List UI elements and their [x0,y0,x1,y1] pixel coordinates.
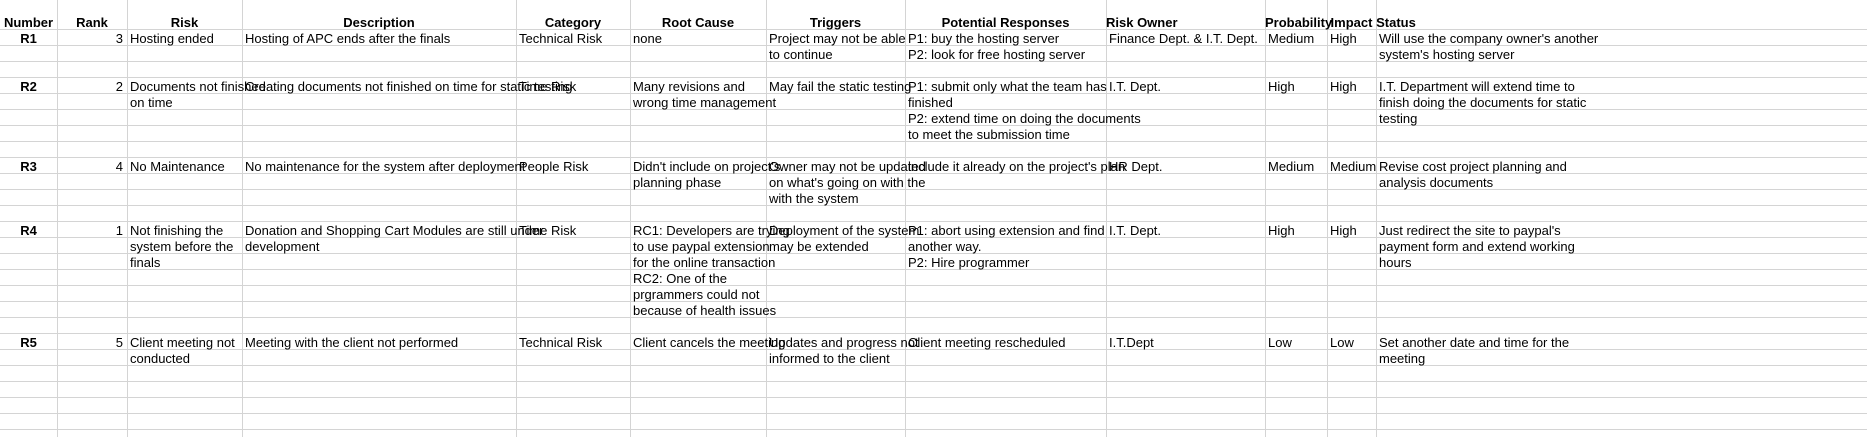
grid-column-line [1327,0,1328,437]
cell-triggers[interactable]: with the system [766,189,859,208]
grid-column-line [242,0,243,437]
grid-column-line [1106,0,1107,437]
cell-description[interactable]: Hosting of APC ends after the finals [242,29,450,48]
cell-risk-owner[interactable]: I.T.Dept [1106,333,1154,352]
cell-number[interactable]: R5 [0,333,57,352]
cell-probability[interactable]: High [1265,77,1295,96]
cell-risk-owner[interactable]: I.T. Dept. [1106,77,1161,96]
cell-category[interactable]: Technical Risk [516,29,602,48]
cell-root-cause[interactable]: planning phase [630,173,721,192]
cell-description[interactable]: No maintenance for the system after depl… [242,157,525,176]
cell-potential-responses[interactable]: P2: Hire programmer [905,253,1029,272]
cell-number[interactable]: R4 [0,221,57,240]
cell-rank[interactable]: 2 [57,77,127,96]
cell-root-cause[interactable]: because of health issues [630,301,776,320]
cell-rank[interactable]: 4 [57,157,127,176]
cell-status[interactable]: analysis documents [1376,173,1493,192]
cell-triggers[interactable]: to continue [766,45,833,64]
cell-probability[interactable]: Medium [1265,29,1314,48]
cell-rank[interactable]: 3 [57,29,127,48]
cell-impact[interactable]: Low [1327,333,1354,352]
grid-row-line [0,429,1867,430]
grid-row-line [0,413,1867,414]
cell-risk[interactable]: No Maintenance [127,157,225,176]
cell-probability[interactable]: Low [1265,333,1292,352]
cell-risk-owner[interactable]: HR Dept. [1106,157,1162,176]
grid-row-line [0,365,1867,366]
cell-potential-responses[interactable]: P2: look for free hosting server [905,45,1085,64]
cell-probability[interactable]: Medium [1265,157,1314,176]
cell-triggers[interactable]: may be extended [766,237,869,256]
grid-row-line [0,381,1867,382]
grid-column-line [766,0,767,437]
grid-row-line [0,189,1867,190]
cell-status[interactable]: system's hosting server [1376,45,1514,64]
cell-triggers[interactable]: May fail the static testing [766,77,911,96]
cell-category[interactable]: Time Risk [516,221,576,240]
cell-root-cause[interactable]: none [630,29,662,48]
cell-risk[interactable]: on time [127,93,173,112]
cell-root-cause[interactable]: wrong time management [630,93,776,112]
cell-impact[interactable]: Medium [1327,157,1376,176]
cell-number[interactable]: R1 [0,29,57,48]
cell-triggers[interactable]: informed to the client [766,349,890,368]
cell-potential-responses[interactable]: Client meeting rescheduled [905,333,1066,352]
grid-column-line [630,0,631,437]
cell-potential-responses[interactable]: include it already on the project's plan [905,157,1125,176]
grid-column-line [57,0,58,437]
cell-status[interactable]: meeting [1376,349,1425,368]
grid-column-line [1265,0,1266,437]
grid-column-line [1376,0,1377,437]
cell-category[interactable]: Time Risk [516,77,576,96]
cell-potential-responses[interactable]: to meet the submission time [905,125,1070,144]
cell-risk[interactable]: conducted [127,349,190,368]
grid-column-line [905,0,906,437]
cell-impact[interactable]: High [1327,221,1357,240]
cell-rank[interactable]: 1 [57,221,127,240]
cell-description[interactable]: Meeting with the client not performed [242,333,458,352]
grid-column-line [127,0,128,437]
cell-risk-owner[interactable]: Finance Dept. & I.T. Dept. [1106,29,1258,48]
grid-column-line [516,0,517,437]
cell-rank[interactable]: 5 [57,333,127,352]
cell-number[interactable]: R2 [0,77,57,96]
grid-row-line [0,205,1867,206]
grid-row-line [0,317,1867,318]
cell-probability[interactable]: High [1265,221,1295,240]
cell-category[interactable]: People Risk [516,157,588,176]
cell-risk-owner[interactable]: I.T. Dept. [1106,221,1161,240]
spreadsheet-grid[interactable]: Number Rank Risk Description Category Ro… [0,0,1867,437]
grid-row-line [0,285,1867,286]
grid-row-line [0,397,1867,398]
cell-risk[interactable]: Hosting ended [127,29,214,48]
cell-risk[interactable]: finals [127,253,160,272]
cell-status[interactable]: testing [1376,109,1417,128]
cell-description[interactable]: development [242,237,319,256]
grid-row-line [0,301,1867,302]
cell-category[interactable]: Technical Risk [516,333,602,352]
cell-status[interactable]: hours [1376,253,1412,272]
cell-impact[interactable]: High [1327,29,1357,48]
cell-impact[interactable]: High [1327,77,1357,96]
cell-number[interactable]: R3 [0,157,57,176]
cell-root-cause[interactable]: Client cancels the meeting [630,333,785,352]
